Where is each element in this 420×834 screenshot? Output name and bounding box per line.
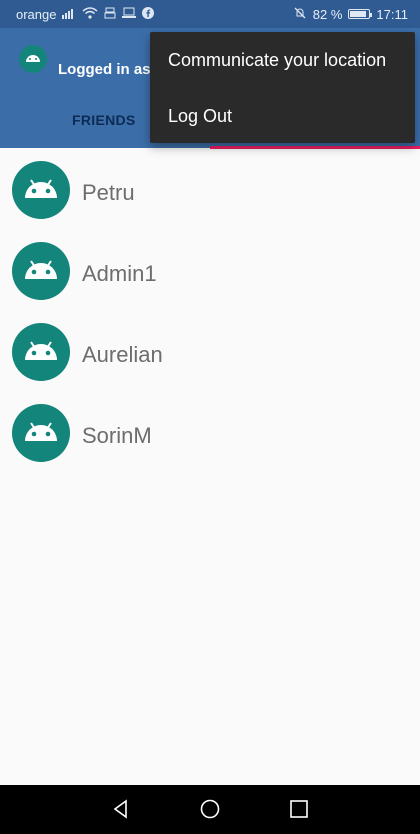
recents-icon[interactable] [287,797,311,821]
android-avatar-icon [11,241,71,301]
list-item[interactable]: Petru [0,150,420,230]
laptop-icon [122,7,137,21]
friend-name: Petru [82,180,135,205]
status-bar: orange 82 % 17:11 [0,0,420,28]
carrier-label: orange [16,6,57,22]
signal-icon [62,7,76,21]
overflow-menu: Communicate your location Log Out [150,32,415,143]
wifi-icon [82,7,98,21]
facebook-icon [142,7,155,21]
friend-name: SorinM [82,423,152,448]
friend-name: Aurelian [82,342,163,367]
list-item[interactable]: Aurelian [0,312,420,392]
tab-friends[interactable]: FRIENDS [72,112,136,128]
list-item[interactable]: Admin1 [0,231,420,311]
android-avatar-icon [11,322,71,382]
app-logo-icon [19,45,47,73]
battery-icon [348,9,373,19]
clock: 17:11 [376,6,408,22]
list-item[interactable]: SorinM [0,393,420,473]
android-avatar-icon [11,160,71,220]
back-icon[interactable] [109,797,133,821]
mute-icon [293,6,307,22]
app-title: Logged in as [58,61,151,78]
navigation-bar [0,785,420,834]
menu-item-log-out[interactable]: Log Out [168,106,232,127]
menu-item-communicate-location[interactable]: Communicate your location [168,50,386,71]
usb-icon [104,7,116,21]
tab-indicator [210,146,420,149]
battery-percent: 82 % [312,6,343,22]
android-avatar-icon [11,403,71,463]
home-icon[interactable] [198,797,222,821]
friend-name: Admin1 [82,261,157,286]
